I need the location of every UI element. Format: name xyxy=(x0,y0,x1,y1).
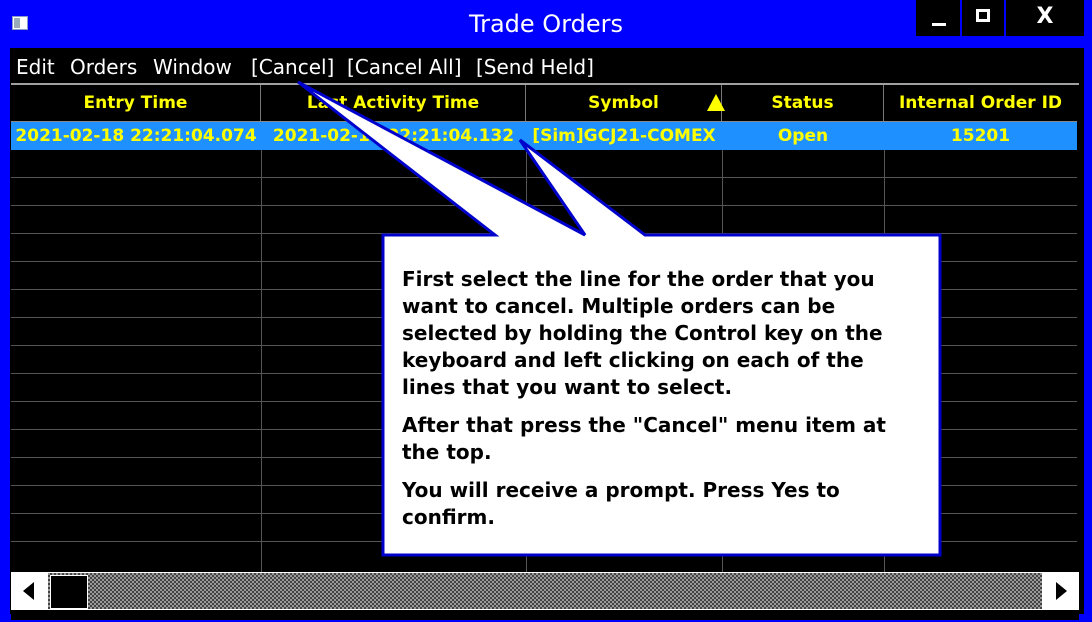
column-header-status[interactable]: Status xyxy=(722,85,884,121)
minimize-icon xyxy=(932,23,946,26)
maximize-icon xyxy=(976,9,990,22)
menu-cancel[interactable]: [Cancel] xyxy=(251,55,334,79)
column-header-symbol[interactable]: Symbol xyxy=(526,85,725,121)
grid-line xyxy=(11,177,1077,178)
title-bar[interactable]: Trade Orders X xyxy=(0,0,1092,48)
minimize-button[interactable] xyxy=(916,0,960,36)
close-button[interactable]: X xyxy=(1006,0,1084,36)
menu-cancel-all[interactable]: [Cancel All] xyxy=(347,55,462,79)
table-row[interactable]: 2021-02-18 22:21:04.074 2021-02-18 22:21… xyxy=(11,122,1077,150)
menu-orders[interactable]: Orders xyxy=(70,55,137,79)
arrow-left-icon xyxy=(23,582,34,600)
scrollbar-thumb[interactable] xyxy=(50,575,88,609)
callout-paragraph: After that press the "Cancel" menu item … xyxy=(402,413,886,464)
cell-internal-order-id: 15201 xyxy=(950,126,1011,146)
callout-paragraph: You will receive a prompt. Press Yes to … xyxy=(402,478,840,529)
cell-symbol: [Sim]GCJ21-COMEX xyxy=(532,126,716,146)
scroll-right-button[interactable] xyxy=(1042,573,1078,609)
grid-line xyxy=(11,205,1077,206)
menu-window[interactable]: Window xyxy=(153,55,232,79)
close-icon: X xyxy=(1036,4,1054,29)
column-header-last-activity-time[interactable]: Last Activity Time xyxy=(261,85,526,121)
column-header-internal-order-id[interactable]: Internal Order ID xyxy=(884,85,1077,121)
column-header-symbol-label: Symbol xyxy=(588,93,659,113)
callout-text: First select the line for the order that… xyxy=(402,266,924,542)
cell-status: Open xyxy=(777,126,829,146)
arrow-right-icon xyxy=(1056,582,1067,600)
maximize-button[interactable] xyxy=(962,0,1004,36)
horizontal-scrollbar[interactable] xyxy=(11,572,1079,610)
menu-edit[interactable]: Edit xyxy=(16,55,55,79)
grid-line xyxy=(261,121,262,572)
menu-bar: Edit Orders Window [Cancel] [Cancel All]… xyxy=(10,48,1084,83)
cell-last-activity-time: 2021-02-18 22:21:04.132 xyxy=(272,126,515,146)
column-header-entry-time[interactable]: Entry Time xyxy=(11,85,261,121)
grid-line xyxy=(11,233,1077,234)
scroll-left-button[interactable] xyxy=(12,573,48,609)
grid-line xyxy=(11,261,1077,262)
callout-paragraph: First select the line for the order that… xyxy=(402,267,883,399)
menu-send-held[interactable]: [Send Held] xyxy=(476,55,594,79)
cell-entry-time: 2021-02-18 22:21:04.074 xyxy=(15,126,257,146)
